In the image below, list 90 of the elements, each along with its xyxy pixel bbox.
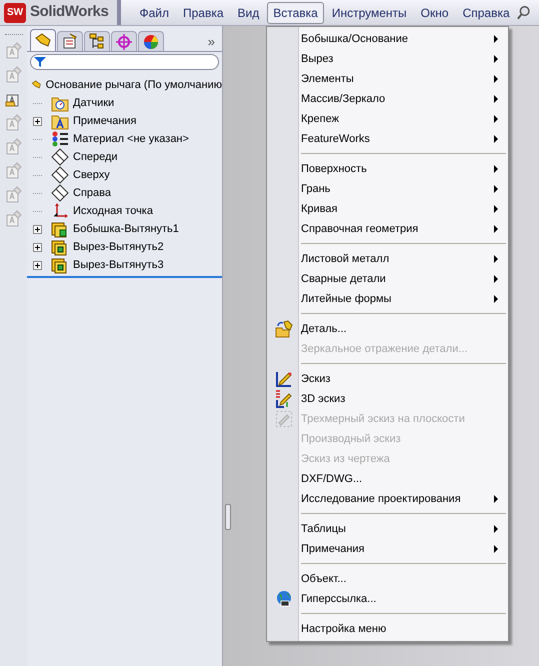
config-tree-icon bbox=[88, 32, 106, 50]
menu-entry[interactable]: Массив/Зеркало bbox=[267, 89, 508, 109]
tree-item[interactable]: Основание рычага (По умолчанию bbox=[46, 76, 222, 94]
submenu-arrow-icon bbox=[494, 135, 498, 143]
panel-tab[interactable] bbox=[57, 31, 83, 51]
menu-entry[interactable]: Сварные детали bbox=[267, 269, 508, 289]
submenu-arrow-icon bbox=[494, 75, 498, 83]
submenu-arrow-icon bbox=[494, 35, 498, 43]
panel-tab[interactable] bbox=[30, 29, 56, 51]
submenu-arrow-icon bbox=[494, 165, 498, 173]
menu-item[interactable]: Правка bbox=[176, 2, 230, 24]
plane-icon bbox=[51, 166, 69, 184]
menu-entry[interactable]: Поверхность bbox=[267, 159, 508, 179]
sketch-3d-icon bbox=[275, 390, 293, 408]
menu-entry[interactable]: DXF/DWG... bbox=[267, 469, 508, 489]
menu-entry[interactable]: Эскиз bbox=[267, 369, 508, 389]
menu-entry[interactable]: Крепеж bbox=[267, 109, 508, 129]
sketch-pencil-icon bbox=[275, 370, 293, 388]
menu-entry[interactable]: Объект... bbox=[267, 569, 508, 589]
submenu-arrow-icon bbox=[494, 95, 498, 103]
menu-entry[interactable]: Гиперссылка... bbox=[267, 589, 508, 609]
part-icon bbox=[34, 32, 52, 50]
tree-item[interactable]: Вырез-Вытянуть2 bbox=[73, 238, 164, 256]
menu-entry[interactable]: Грань bbox=[267, 179, 508, 199]
menu-item[interactable]: Окно bbox=[414, 2, 455, 24]
menu-item[interactable]: Инструменты bbox=[326, 2, 413, 24]
submenu-arrow-icon bbox=[494, 495, 498, 503]
expand-toggle[interactable] bbox=[32, 242, 42, 252]
menu-entry[interactable]: Справочная геометрия bbox=[267, 219, 508, 239]
tree-item[interactable]: Примечания bbox=[73, 112, 137, 130]
tree-item[interactable]: Материал <не указан> bbox=[73, 130, 189, 148]
submenu-arrow-icon bbox=[494, 525, 498, 533]
submenu-arrow-icon bbox=[494, 205, 498, 213]
expand-toggle[interactable] bbox=[32, 260, 42, 270]
menu-entry[interactable]: Элементы bbox=[267, 69, 508, 89]
folder-part-icon bbox=[275, 320, 293, 338]
tree-item[interactable]: Датчики bbox=[73, 94, 114, 112]
cut-feature-icon bbox=[51, 238, 69, 256]
origin-axes-icon bbox=[51, 202, 69, 220]
menu-item[interactable]: Вид bbox=[232, 2, 266, 24]
menu-entry[interactable]: Таблицы bbox=[267, 519, 508, 539]
menu-entry[interactable]: Бобышка/Основание bbox=[267, 29, 508, 49]
splitter-handle[interactable] bbox=[225, 504, 231, 530]
submenu-arrow-icon bbox=[494, 255, 498, 263]
tree-item[interactable]: Исходная точка bbox=[73, 202, 153, 220]
menu-item[interactable]: Вставка bbox=[267, 2, 324, 24]
globe-icon bbox=[275, 590, 293, 608]
panel-tab[interactable] bbox=[138, 31, 164, 51]
property-icon bbox=[61, 32, 79, 50]
menu-entry[interactable]: 3D эскиз bbox=[267, 389, 508, 409]
expand-toggle[interactable] bbox=[32, 224, 42, 234]
tree-item[interactable]: Справа bbox=[73, 184, 111, 202]
menu-entry[interactable]: Литейные формы bbox=[267, 289, 508, 309]
menu-entry[interactable]: Деталь... bbox=[267, 319, 508, 339]
crosshair-icon bbox=[115, 32, 133, 50]
submenu-arrow-icon bbox=[494, 115, 498, 123]
menu-item[interactable]: Справка bbox=[456, 2, 516, 24]
filter-funnel-icon bbox=[34, 56, 46, 68]
tree-item[interactable]: Бобышка-Вытянуть1 bbox=[73, 220, 179, 238]
panel-tab[interactable] bbox=[84, 31, 110, 51]
color-wheel-icon bbox=[142, 32, 160, 50]
boss-feature-icon bbox=[51, 220, 69, 238]
plane-icon bbox=[51, 148, 69, 166]
menu-entry[interactable]: Исследование проектирования bbox=[267, 489, 508, 509]
submenu-arrow-icon bbox=[494, 185, 498, 193]
expand-toggle[interactable] bbox=[32, 116, 42, 126]
menu-entry[interactable]: Примечания bbox=[267, 539, 508, 559]
more-tabs-button[interactable]: » bbox=[208, 35, 215, 48]
submenu-arrow-icon bbox=[494, 55, 498, 63]
cut-feature-icon bbox=[51, 256, 69, 274]
submenu-arrow-icon bbox=[494, 225, 498, 233]
menu-entry[interactable]: Настройка меню bbox=[267, 619, 508, 639]
submenu-arrow-icon bbox=[494, 295, 498, 303]
filter-field[interactable] bbox=[30, 54, 219, 70]
plane-sketch-icon bbox=[275, 410, 293, 428]
menu-entry[interactable]: Вырез bbox=[267, 49, 508, 69]
submenu-arrow-icon bbox=[494, 545, 498, 553]
material-icon bbox=[51, 130, 69, 148]
logo-mark: SW bbox=[4, 2, 26, 22]
menu-entry[interactable]: Листовой металл bbox=[267, 249, 508, 269]
menu-entry[interactable]: FeatureWorks bbox=[267, 129, 508, 149]
submenu-arrow-icon bbox=[494, 275, 498, 283]
menu-entry[interactable]: Кривая bbox=[267, 199, 508, 219]
tree-item[interactable]: Сверху bbox=[73, 166, 110, 184]
plane-icon bbox=[51, 184, 69, 202]
menu-item[interactable]: Файл bbox=[133, 2, 175, 24]
logo-text: SolidWorks bbox=[30, 2, 108, 22]
tree-item[interactable]: Вырез-Вытянуть3 bbox=[73, 256, 164, 274]
tree-item[interactable]: Спереди bbox=[73, 148, 118, 166]
help-search-icon[interactable] bbox=[516, 4, 531, 20]
